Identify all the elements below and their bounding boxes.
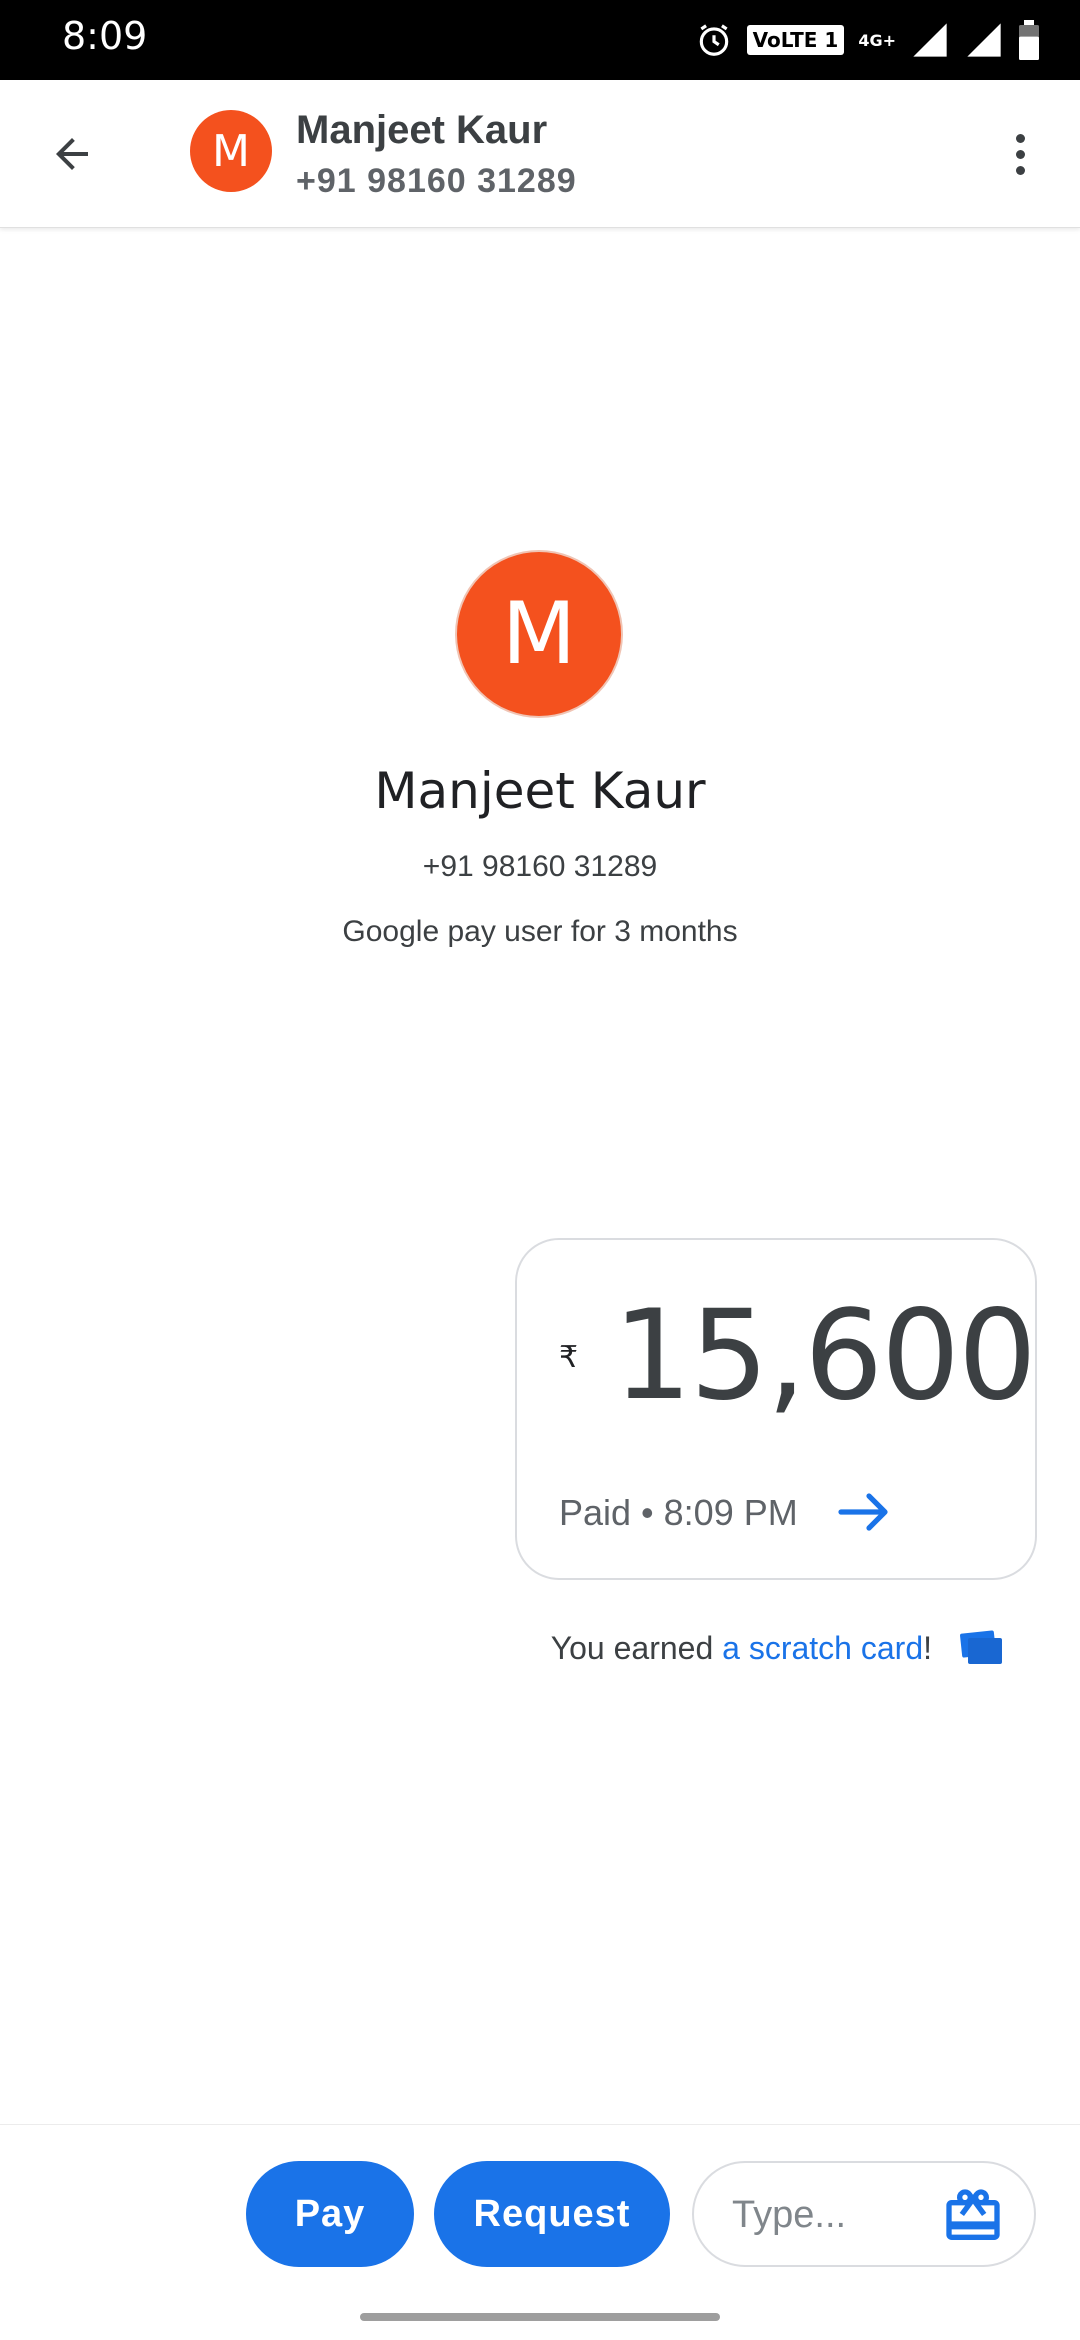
- profile-name: Manjeet Kaur: [374, 762, 706, 820]
- network-type: 4G+: [858, 30, 896, 50]
- more-vert-icon-dot: [1015, 149, 1025, 159]
- payment-amount: 15,600: [613, 1284, 1037, 1428]
- bottom-action-bar: Pay Request: [0, 2124, 1080, 2340]
- pay-button[interactable]: Pay: [246, 2161, 414, 2267]
- status-time: 8:09: [62, 14, 148, 58]
- header-avatar[interactable]: M: [190, 110, 272, 192]
- message-input[interactable]: [732, 2187, 912, 2243]
- app-bar: M Manjeet Kaur +91 98160 31289: [0, 80, 1080, 228]
- home-indicator[interactable]: [360, 2313, 720, 2321]
- payment-card[interactable]: ₹ 15,600 Paid • 8:09 PM: [515, 1238, 1037, 1580]
- profile-subtitle: Google pay user for 3 months: [342, 915, 738, 948]
- reward-message: You earned a scratch card !: [551, 1628, 1008, 1668]
- reward-prefix: You earned: [550, 1629, 723, 1666]
- more-vert-icon-dot: [1015, 165, 1025, 175]
- scratch-card-icon[interactable]: [958, 1628, 1008, 1668]
- more-options-button[interactable]: [988, 122, 1052, 186]
- signal-icon-2: [967, 23, 1001, 57]
- payment-status: Paid • 8:09 PM: [559, 1492, 798, 1533]
- status-bar: 8:09 VoLTE 1 4G+: [0, 0, 1080, 80]
- gift-icon: [946, 2189, 1000, 2240]
- gift-button[interactable]: [938, 2181, 1008, 2251]
- message-field[interactable]: [692, 2161, 1036, 2267]
- alarm-icon: [699, 24, 728, 56]
- volte-badge: VoLTE 1: [746, 25, 845, 55]
- scratch-card-link[interactable]: a scratch card: [722, 1630, 923, 1667]
- profile-phone: +91 98160 31289: [422, 850, 658, 883]
- battery-icon: [1019, 20, 1039, 60]
- back-button[interactable]: [36, 118, 108, 190]
- more-vert-icon: [1015, 133, 1025, 143]
- reward-suffix: !: [923, 1629, 932, 1666]
- arrow-back-icon: [56, 138, 88, 170]
- header-contact-phone: +91 98160 31289: [296, 162, 577, 200]
- header-contact-name[interactable]: Manjeet Kaur: [296, 108, 547, 153]
- arrow-forward-icon[interactable]: [837, 1490, 893, 1534]
- currency-symbol: ₹: [559, 1341, 579, 1374]
- request-button[interactable]: Request: [434, 2161, 670, 2267]
- status-icons: VoLTE 1 4G+: [695, 16, 1040, 64]
- signal-icon: [913, 23, 947, 57]
- profile-avatar: M: [455, 550, 623, 718]
